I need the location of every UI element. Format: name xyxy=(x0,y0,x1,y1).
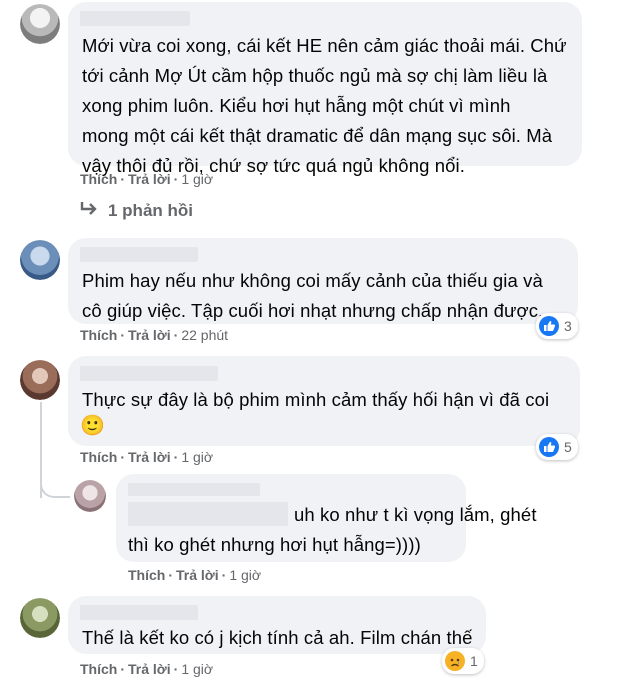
redacted-author-name[interactable] xyxy=(80,366,218,381)
comment-actions: Thích · Trả lời · 1 giờ xyxy=(128,567,262,583)
slightly-smiling-emoji: 🙂 xyxy=(80,415,105,437)
reply-action[interactable]: Trả lời xyxy=(128,327,171,343)
comment-text: Thực sự đây là bộ phim mình cảm thấy hối… xyxy=(82,385,578,415)
redacted-author-name[interactable] xyxy=(128,483,260,496)
reaction-count: 5 xyxy=(564,439,572,455)
comment-line: Thế là kết ko có j kịch tính cả ah. Film… xyxy=(82,627,473,648)
avatar[interactable] xyxy=(20,360,60,400)
reply-action[interactable]: Trả lời xyxy=(128,449,171,465)
comment-actions: Thích · Trả lời · 1 giờ xyxy=(80,661,214,677)
redacted-author-name[interactable] xyxy=(80,11,190,26)
like-icon xyxy=(539,437,559,457)
redacted-mention[interactable] xyxy=(128,502,288,526)
timestamp[interactable]: 1 giờ xyxy=(229,567,261,583)
reply-thread-curve xyxy=(40,476,70,498)
reply-action[interactable]: Trả lời xyxy=(128,171,171,187)
comment-line: thì ko ghét nhưng hơi hụt hẫng=)))) xyxy=(128,534,421,555)
comment-line: Thực sự đây là bộ phim mình cảm thấy hối… xyxy=(82,389,550,410)
redacted-author-name[interactable] xyxy=(80,247,198,262)
like-action[interactable]: Thích xyxy=(80,661,117,677)
comment-actions: Thích · Trả lời · 22 phút xyxy=(80,327,229,343)
like-action[interactable]: Thích xyxy=(80,449,117,465)
timestamp[interactable]: 1 giờ xyxy=(181,171,213,187)
comment-line: uh ko như t kì vọng lắm, ghét xyxy=(294,504,537,525)
reply-arrow-icon xyxy=(80,200,100,221)
comment-actions: Thích · Trả lời · 1 giờ xyxy=(80,171,214,187)
avatar[interactable] xyxy=(20,598,60,638)
comment-text: Mới vừa coi xong, cái kết HE nên cảm giá… xyxy=(82,31,578,181)
comment-actions: Thích · Trả lời · 1 giờ xyxy=(80,449,214,465)
view-replies-link[interactable]: 1 phản hồi xyxy=(80,200,193,221)
comment-line: cô giúp việc. Tập cuối hơi nhạt nhưng ch… xyxy=(82,300,544,321)
comment-line: mong một cái kết thật dramatic để dân mạ… xyxy=(82,125,553,146)
reply-action[interactable]: Trả lời xyxy=(128,661,171,677)
reaction-count: 3 xyxy=(564,318,572,334)
sad-icon xyxy=(445,651,465,671)
avatar[interactable] xyxy=(20,240,60,280)
avatar[interactable] xyxy=(20,4,60,44)
reply-action[interactable]: Trả lời xyxy=(176,567,219,583)
reaction-badge[interactable]: 1 xyxy=(442,648,484,674)
reply-text: thì ko ghét nhưng hơi hụt hẫng=)))) xyxy=(128,530,464,560)
comment-line: Phim hay nếu như không coi mấy cảnh của … xyxy=(82,270,543,291)
timestamp[interactable]: 1 giờ xyxy=(181,449,213,465)
like-action[interactable]: Thích xyxy=(128,567,165,583)
timestamp[interactable]: 1 giờ xyxy=(181,661,213,677)
reaction-count: 1 xyxy=(470,653,478,669)
like-icon xyxy=(539,316,559,336)
replies-count-label: 1 phản hồi xyxy=(108,200,193,220)
redacted-author-name[interactable] xyxy=(80,605,198,620)
like-action[interactable]: Thích xyxy=(80,327,117,343)
reply-text: uh ko như t kì vọng lắm, ghét xyxy=(294,500,537,530)
reaction-badge[interactable]: 3 xyxy=(536,313,578,339)
comment-text: Phim hay nếu như không coi mấy cảnh của … xyxy=(82,266,578,326)
comment-text: Thế là kết ko có j kịch tính cả ah. Film… xyxy=(82,623,482,653)
reply-avatar[interactable] xyxy=(74,480,106,512)
timestamp[interactable]: 22 phút xyxy=(181,327,228,343)
comment-line: xong phim luôn. Kiểu hơi hụt hẫng một ch… xyxy=(82,95,511,116)
comment-line: tới cảnh Mợ Út cầm hộp thuốc ngủ mà sợ c… xyxy=(82,65,548,86)
comment-line: Mới vừa coi xong, cái kết HE nên cảm giá… xyxy=(82,35,567,56)
reaction-badge[interactable]: 5 xyxy=(536,434,578,460)
like-action[interactable]: Thích xyxy=(80,171,117,187)
